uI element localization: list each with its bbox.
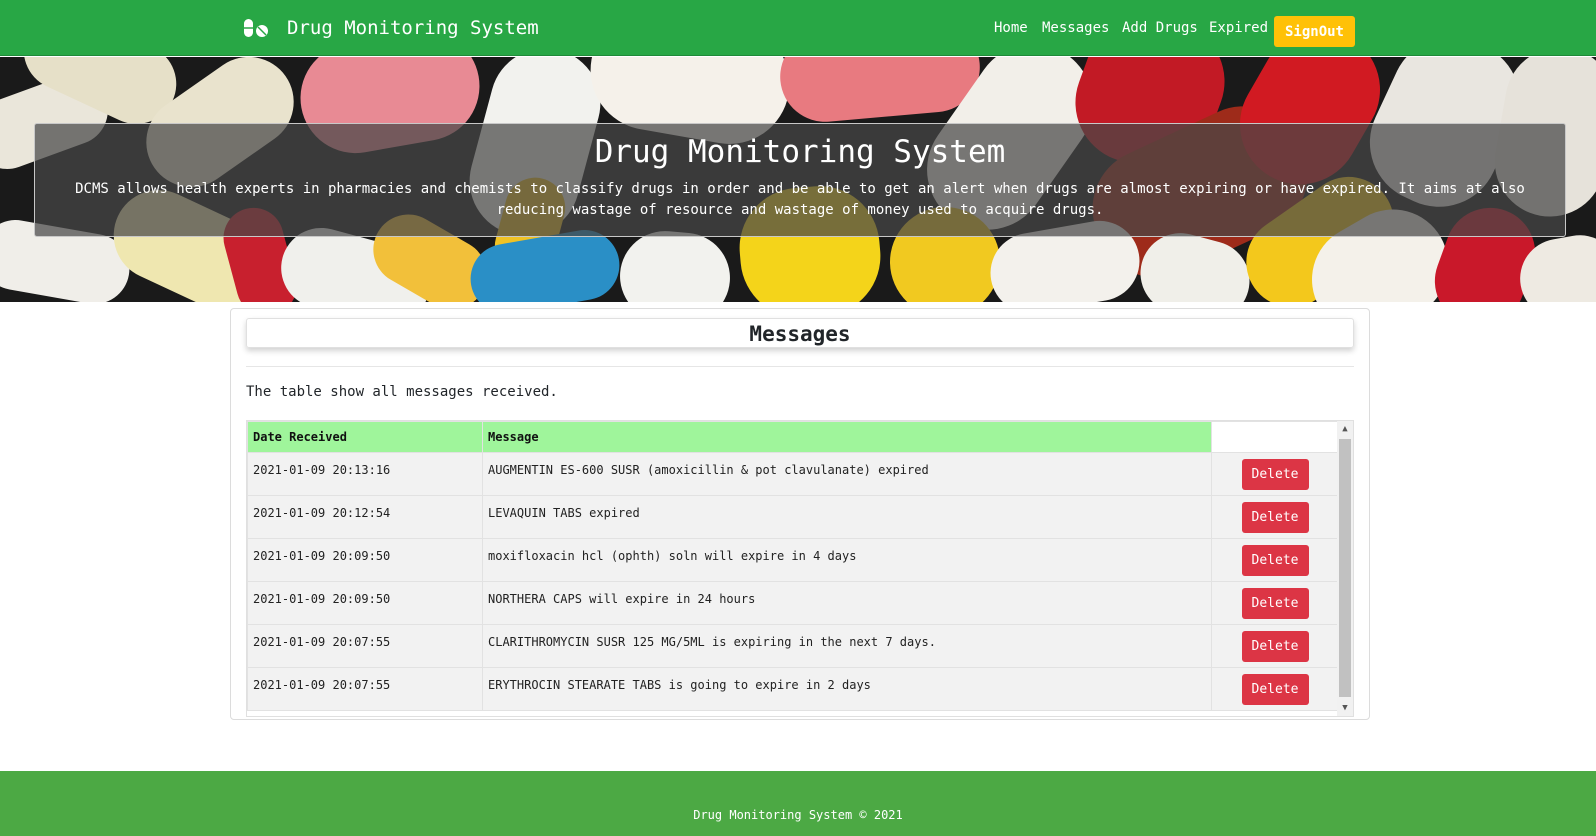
scroll-down-arrow-icon[interactable]: ▼ [1337,700,1353,716]
cell-message: moxifloxacin hcl (ophth) soln will expir… [482,538,1212,582]
footer-text: Drug Monitoring System © 2021 [693,808,903,822]
table-description: The table show all messages received. [246,384,558,400]
table-scrollbar[interactable]: ▲ ▼ [1337,421,1353,716]
nav-link-add-drugs[interactable]: Add Drugs [1122,20,1198,36]
date-text: 2021-01-09 20:12:54 [253,506,391,520]
message-text: moxifloxacin hcl (ophth) soln will expir… [488,549,857,563]
cell-message: AUGMENTIN ES-600 SUSR (amoxicillin & pot… [482,452,1212,496]
cell-date: 2021-01-09 20:07:55 [247,624,483,668]
date-text: 2021-01-09 20:07:55 [253,635,391,649]
delete-button[interactable]: Delete [1241,630,1309,662]
table-row: 2021-01-09 20:09:50 NORTHERA CAPS will e… [247,581,1339,625]
footer: Drug Monitoring System © 2021 [0,771,1596,836]
nav-link-home[interactable]: Home [994,20,1028,36]
nav-link-messages[interactable]: Messages [1042,20,1109,36]
message-text: NORTHERA CAPS will expire in 24 hours [488,592,756,606]
cell-action: Delete [1211,495,1339,539]
date-text: 2021-01-09 20:09:50 [253,592,391,606]
date-text: 2021-01-09 20:07:55 [253,678,391,692]
scroll-thumb[interactable] [1339,439,1351,697]
message-text: LEVAQUIN TABS expired [488,506,640,520]
cell-message: CLARITHROMYCIN SUSR 125 MG/5ML is expiri… [482,624,1212,668]
delete-button[interactable]: Delete [1241,673,1309,705]
cell-date: 2021-01-09 20:09:50 [247,538,483,582]
messages-table-container[interactable]: Date Received Message 2021-01-09 20:13:1… [246,420,1354,717]
message-text: AUGMENTIN ES-600 SUSR (amoxicillin & pot… [488,463,929,477]
message-text: ERYTHROCIN STEARATE TABS is going to exp… [488,678,871,692]
navbar: Drug Monitoring System Home Messages Add… [0,0,1596,56]
messages-card: Messages The table show all messages rec… [230,308,1370,720]
cell-date: 2021-01-09 20:12:54 [247,495,483,539]
table-row: 2021-01-09 20:07:55 ERYTHROCIN STEARATE … [247,667,1339,711]
date-text: 2021-01-09 20:13:16 [253,463,391,477]
hero-title: Drug Monitoring System [594,134,1006,170]
column-actions [1211,421,1339,453]
delete-button[interactable]: Delete [1241,587,1309,619]
brand-name: Drug Monitoring System [287,17,539,39]
signout-button[interactable]: SignOut [1274,16,1355,47]
cell-date: 2021-01-09 20:13:16 [247,452,483,496]
divider [246,366,1354,367]
delete-button[interactable]: Delete [1241,501,1309,533]
cell-action: Delete [1211,581,1339,625]
table-row: 2021-01-09 20:13:16 AUGMENTIN ES-600 SUS… [247,452,1339,496]
hero-description: DCMS allows health experts in pharmacies… [75,181,1525,218]
pills-icon [244,19,268,37]
cell-action: Delete [1211,667,1339,711]
delete-button[interactable]: Delete [1241,544,1309,576]
table-row: 2021-01-09 20:12:54 LEVAQUIN TABS expire… [247,495,1339,539]
cell-action: Delete [1211,624,1339,668]
hero-banner: Drug Monitoring System DCMS allows healt… [0,57,1596,302]
brand[interactable]: Drug Monitoring System [243,13,539,43]
table-row: 2021-01-09 20:09:50 moxifloxacin hcl (op… [247,538,1339,582]
cell-message: NORTHERA CAPS will expire in 24 hours [482,581,1212,625]
scroll-up-arrow-icon[interactable]: ▲ [1337,421,1353,437]
table-header-row: Date Received Message [247,421,1339,453]
cell-message: LEVAQUIN TABS expired [482,495,1212,539]
date-text: 2021-01-09 20:09:50 [253,549,391,563]
cell-date: 2021-01-09 20:09:50 [247,581,483,625]
page-title: Messages [246,318,1354,348]
nav-link-expired[interactable]: Expired [1209,20,1268,36]
cell-action: Delete [1211,452,1339,496]
cell-message: ERYTHROCIN STEARATE TABS is going to exp… [482,667,1212,711]
column-date-received: Date Received [247,421,483,453]
hero-overlay: Drug Monitoring System DCMS allows healt… [34,123,1566,237]
column-message: Message [482,421,1212,453]
messages-table: Date Received Message 2021-01-09 20:13:1… [247,421,1339,711]
cell-action: Delete [1211,538,1339,582]
message-text: CLARITHROMYCIN SUSR 125 MG/5ML is expiri… [488,635,936,649]
table-row: 2021-01-09 20:07:55 CLARITHROMYCIN SUSR … [247,624,1339,668]
delete-button[interactable]: Delete [1241,458,1309,490]
cell-date: 2021-01-09 20:07:55 [247,667,483,711]
